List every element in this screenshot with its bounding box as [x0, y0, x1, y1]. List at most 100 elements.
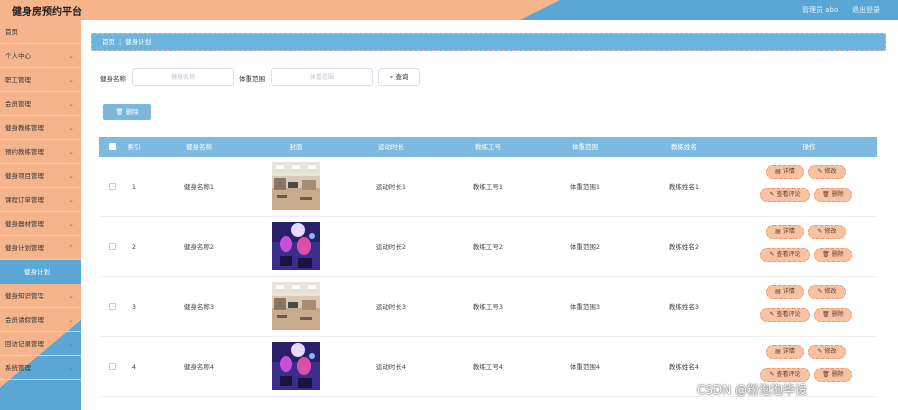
detail-button[interactable]: ▤ 详情	[766, 285, 804, 299]
sidebar-item-label: 会员管理	[5, 100, 31, 108]
logout-link[interactable]: 退出登录	[852, 5, 880, 15]
edit-button[interactable]: ✎ 修改	[808, 285, 846, 299]
view-comments-button-label: 查看评论	[776, 311, 801, 318]
sidebar-item-label: 预约教练管理	[5, 148, 44, 156]
cell-index: 1	[131, 183, 137, 191]
delete-button[interactable]: 🗑 删除	[814, 188, 852, 202]
sidebar-item[interactable]: 会员请假管理 ⌄	[0, 308, 81, 332]
table-row: 2 健身名称2 运动时长2 教练工号2 体重范围2 教练姓名2 ▤ 详情 ✎ 修改 ✎ 查看评论 🗑 删除	[99, 217, 877, 277]
detail-button[interactable]: ▤ 详情	[766, 345, 804, 359]
cell-index: 4	[131, 363, 137, 371]
view-comments-button[interactable]: ✎ 查看评论	[760, 308, 810, 322]
row-checkbox[interactable]	[109, 303, 116, 310]
mouse-pointer-icon: ☝	[38, 290, 45, 303]
edit-icon: ✎	[817, 228, 823, 235]
view-comments-button-label: 查看评论	[776, 371, 801, 378]
name-search-input[interactable]	[132, 68, 234, 86]
edit-button[interactable]: ✎ 修改	[808, 345, 846, 359]
sidebar-item[interactable]: 课程订单管理 ⌄	[0, 188, 81, 212]
cover-image	[272, 162, 320, 210]
cell-duration: 运动时长2	[375, 243, 407, 251]
detail-button-label: 详情	[782, 228, 795, 235]
chevron-icon: ⌄	[68, 340, 74, 348]
cell-coach-id: 教练工号2	[472, 243, 504, 251]
cell-coach-id: 教练工号4	[472, 363, 504, 371]
delete-button[interactable]: 🗑 删除	[814, 368, 852, 382]
cover-image	[272, 282, 320, 330]
sidebar-item[interactable]: 健身计划管理 ⌃	[0, 236, 81, 260]
cell-duration: 运动时长3	[375, 303, 407, 311]
cell-coach-name: 教练姓名2	[668, 243, 700, 251]
sidebar-item[interactable]: 首页	[0, 20, 81, 44]
breadcrumb: 首页 | 健身计划	[91, 33, 886, 51]
cell-index: 2	[131, 243, 137, 251]
cell-coach-name: 教练姓名1	[668, 183, 700, 191]
sidebar-item[interactable]: 个人中心 ⌄	[0, 44, 81, 68]
edit-icon: ✎	[817, 168, 823, 175]
chevron-icon: ⌃	[68, 244, 74, 252]
sidebar-item[interactable]: 系统管理 ⌄	[0, 356, 81, 380]
comment-icon: ✎	[769, 371, 775, 378]
sidebar-item-label: 健身教练管理	[5, 124, 44, 132]
sidebar-item-label: 健身计划管理	[5, 244, 44, 252]
detail-icon: ▤	[775, 288, 781, 295]
sidebar-menu: 首页 个人中心 ⌄ 职工管理 ⌄ 会员管理 ⌄ 健身教练管理 ⌄ 预约教练管理 ⌄ 健身项目管理 ⌄ 课程…	[0, 20, 81, 380]
range-search-input[interactable]	[271, 68, 373, 86]
detail-icon: ▤	[775, 348, 781, 355]
sidebar-item[interactable]: 回访记录管理 ⌄	[0, 332, 81, 356]
breadcrumb-separator: |	[119, 38, 122, 46]
trash-icon: 🗑	[822, 371, 830, 378]
header-accent	[520, 0, 898, 20]
sidebar-item[interactable]: 会员管理 ⌄	[0, 92, 81, 116]
sidebar: 首页 个人中心 ⌄ 职工管理 ⌄ 会员管理 ⌄ 健身教练管理 ⌄ 预约教练管理 ⌄ 健身项目管理 ⌄ 课程…	[0, 20, 81, 410]
comment-icon: ✎	[769, 251, 775, 258]
sidebar-item[interactable]: 健身器材管理 ⌄	[0, 212, 81, 236]
edit-button[interactable]: ✎ 修改	[808, 165, 846, 179]
row-checkbox[interactable]	[109, 363, 116, 370]
col-coach-name: 教练姓名	[671, 143, 697, 151]
table-row: 3 健身名称3 运动时长3 教练工号3 体重范围3 教练姓名3 ▤ 详情 ✎ 修改 ✎ 查看评论 🗑 删除	[99, 277, 877, 337]
chevron-icon: ⌄	[68, 124, 74, 132]
cover-image	[272, 342, 320, 390]
chevron-icon: ⌄	[68, 292, 74, 300]
row-checkbox[interactable]	[109, 183, 116, 190]
search-icon: ⌕	[389, 73, 394, 81]
sidebar-subitem-fitness-plan[interactable]: 健身计划	[0, 260, 81, 284]
breadcrumb-home[interactable]: 首页	[102, 38, 115, 46]
delete-button-label: 删除	[831, 251, 844, 258]
edit-button-label: 修改	[824, 348, 837, 355]
sidebar-item[interactable]: 健身教练管理 ⌄	[0, 116, 81, 140]
cell-name: 健身名称4	[183, 363, 215, 371]
detail-button[interactable]: ▤ 详情	[766, 165, 804, 179]
detail-button[interactable]: ▤ 详情	[766, 225, 804, 239]
sidebar-item-label: 健身项目管理	[5, 172, 44, 180]
view-comments-button[interactable]: ✎ 查看评论	[760, 248, 810, 262]
select-all-checkbox[interactable]	[109, 143, 116, 150]
cell-weight-range: 体重范围2	[569, 243, 601, 251]
col-actions: 操作	[802, 143, 816, 151]
sidebar-item-label: 系统管理	[5, 364, 31, 372]
delete-button-label: 删除	[831, 371, 844, 378]
view-comments-button-label: 查看评论	[776, 251, 801, 258]
main-content: 首页 |健身计划 健身名称 体重范围 ⌕ 查询 🗑 删除 索引 健身名称 封面 运…	[81, 20, 898, 410]
view-comments-button[interactable]: ✎ 查看评论	[760, 368, 810, 382]
view-comments-button-label: 查看评论	[776, 191, 801, 198]
sidebar-item[interactable]: 预约教练管理 ⌄	[0, 140, 81, 164]
view-comments-button[interactable]: ✎ 查看评论	[760, 188, 810, 202]
delete-button[interactable]: 🗑 删除	[814, 248, 852, 262]
delete-button[interactable]: 🗑 删除	[814, 308, 852, 322]
edit-icon: ✎	[817, 288, 823, 295]
row-checkbox[interactable]	[109, 243, 116, 250]
detail-button-label: 详情	[782, 348, 795, 355]
sidebar-item[interactable]: 健身项目管理 ⌄	[0, 164, 81, 188]
table-row: 1 健身名称1 运动时长1 教练工号1 体重范围1 教练姓名1 ▤ 详情 ✎ 修改 ✎ 查看评论 🗑 删除	[99, 157, 877, 217]
sidebar-item[interactable]: 职工管理 ⌄	[0, 68, 81, 92]
batch-delete-button[interactable]: 🗑 删除	[103, 104, 151, 120]
cell-index: 3	[131, 303, 137, 311]
watermark: CSDN @粉泡泡毕设	[697, 383, 808, 397]
cell-coach-id: 教练工号3	[472, 303, 504, 311]
sidebar-item-label: 个人中心	[5, 52, 31, 60]
edit-button[interactable]: ✎ 修改	[808, 225, 846, 239]
comment-icon: ✎	[769, 191, 775, 198]
search-button[interactable]: ⌕ 查询	[378, 68, 420, 86]
